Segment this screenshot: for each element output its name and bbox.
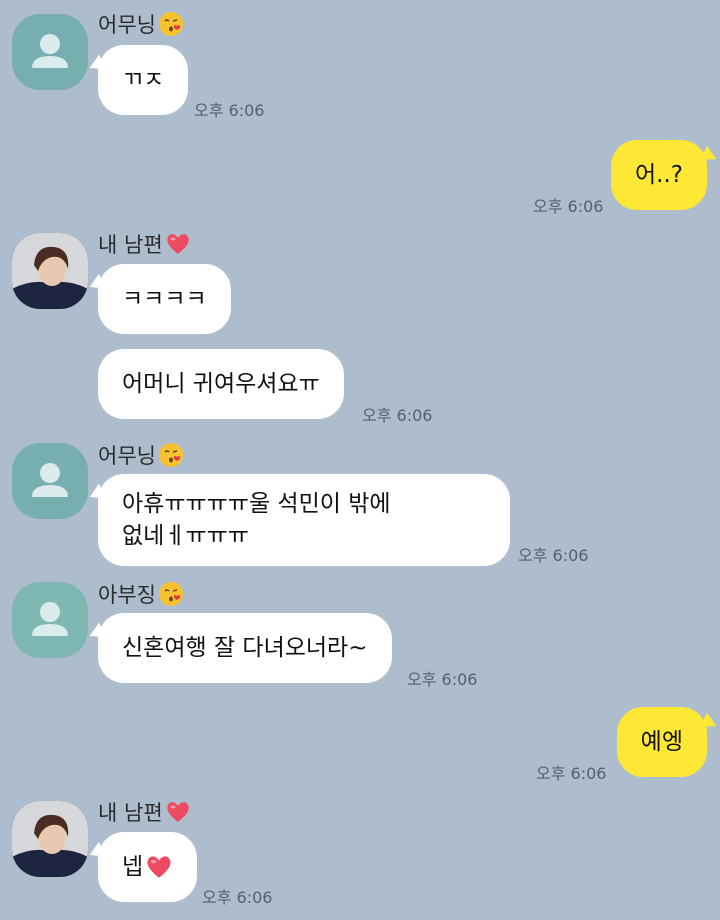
- heart-icon: [165, 800, 191, 824]
- sender-name: 내 남편: [98, 798, 191, 826]
- heart-icon: [145, 854, 173, 880]
- default-profile-icon: [32, 34, 68, 68]
- kissing-face-icon: [158, 442, 184, 468]
- kissing-face-icon: [158, 581, 184, 607]
- message-bubble-outgoing[interactable]: 예엥: [616, 707, 707, 777]
- heart-icon: [165, 232, 191, 256]
- message-bubble[interactable]: ㄲㅈ: [98, 45, 189, 115]
- avatar[interactable]: [12, 582, 88, 658]
- message-time: 오후 6:06: [194, 101, 265, 120]
- default-profile-icon: [32, 463, 68, 497]
- message-time: 오후 6:06: [362, 406, 433, 425]
- kissing-face-icon: [158, 11, 184, 37]
- message-bubble[interactable]: 넵: [98, 832, 198, 902]
- message-bubble[interactable]: 어머니 귀여우셔요ㅠ: [98, 349, 344, 419]
- message-time: 오후 6:06: [536, 764, 607, 783]
- avatar[interactable]: [12, 14, 88, 90]
- message-bubble[interactable]: ㅋㅋㅋㅋ: [98, 264, 231, 334]
- default-profile-icon: [32, 602, 68, 636]
- message-bubble[interactable]: 아휴ㅠㅠㅠㅠ울 석민이 밖에 없네ㅔㅠㅠㅠ: [98, 474, 510, 566]
- profile-photo: [12, 801, 88, 877]
- message-bubble[interactable]: 신혼여행 잘 다녀오너라~: [98, 613, 392, 683]
- message-bubble-outgoing[interactable]: 어..?: [611, 140, 707, 210]
- profile-photo: [12, 233, 88, 309]
- message-time: 오후 6:06: [533, 197, 604, 216]
- avatar[interactable]: [12, 443, 88, 519]
- message-time: 오후 6:06: [407, 670, 478, 689]
- sender-name: 내 남편: [98, 230, 191, 258]
- sender-name: 어무닝: [98, 441, 184, 469]
- message-time: 오후 6:06: [518, 546, 589, 565]
- avatar[interactable]: [12, 233, 88, 309]
- sender-name: 아부징: [98, 580, 184, 608]
- message-time: 오후 6:06: [202, 888, 273, 907]
- avatar[interactable]: [12, 801, 88, 877]
- sender-name: 어무닝: [98, 10, 184, 38]
